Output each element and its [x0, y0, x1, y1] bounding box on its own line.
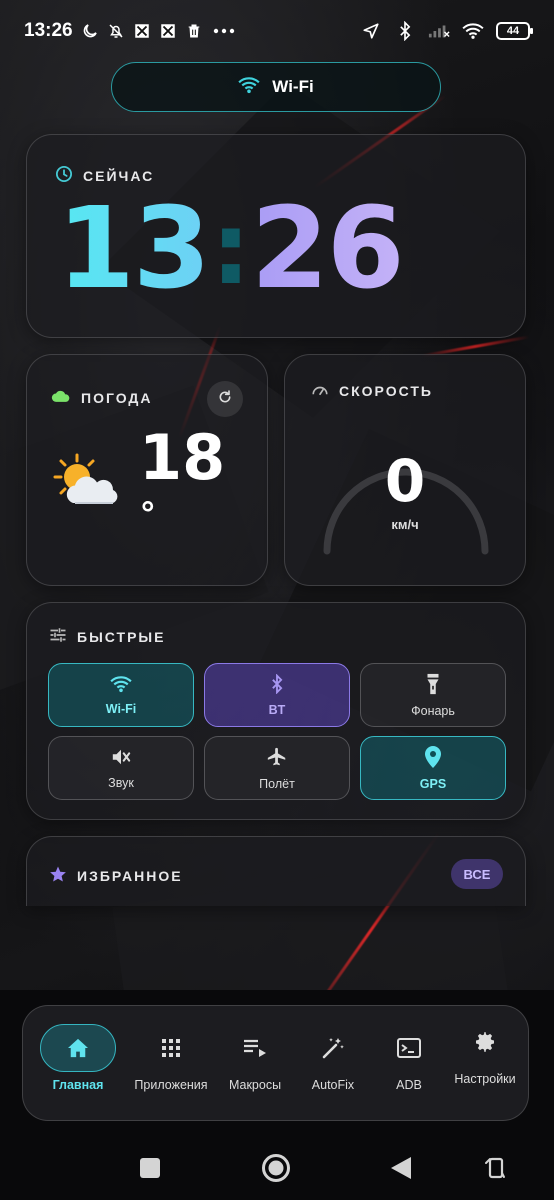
bluetooth-icon — [270, 672, 284, 697]
moon-icon — [79, 20, 101, 42]
toggle-airplane[interactable]: Полёт — [204, 736, 350, 800]
nav-autofix[interactable]: AutoFix — [291, 1024, 375, 1094]
toggle-label: GPS — [419, 776, 447, 791]
refresh-icon — [217, 389, 233, 410]
temperature-value: 18 — [139, 421, 226, 494]
status-time: 13:26 — [24, 20, 73, 41]
app-icon — [157, 20, 179, 42]
home-system-button[interactable] — [261, 1153, 291, 1188]
toggle-label: Wi-Fi — [105, 701, 137, 716]
battery-icon: 44 — [496, 22, 533, 40]
nav-label: Главная — [52, 1078, 104, 1092]
show-all-button[interactable]: ВСЕ — [451, 859, 503, 889]
magic-wand-icon — [321, 1024, 345, 1072]
toggle-bluetooth[interactable]: BT — [204, 663, 350, 727]
nav-label: Настройки — [454, 1072, 516, 1086]
weather-card-title: ПОГОДА — [51, 389, 153, 406]
temperature-degree: ° — [141, 495, 155, 533]
favorites-title-text: ИЗБРАННОЕ — [77, 867, 183, 884]
toggle-wifi[interactable]: Wi-Fi — [48, 663, 194, 727]
nav-label: Приложения — [134, 1078, 208, 1092]
toggle-label: BT — [268, 702, 286, 717]
now-title-text: СЕЙЧАС — [83, 167, 155, 184]
quick-title-text: БЫСТРЫЕ — [77, 628, 166, 645]
refresh-weather-button[interactable] — [207, 381, 243, 417]
nav-apps[interactable]: Приложения — [129, 1024, 213, 1094]
wifi-icon — [238, 76, 260, 99]
speed-unit: км/ч — [391, 517, 419, 532]
toggle-sound[interactable]: Звук — [48, 736, 194, 800]
speed-value: 0 — [384, 447, 426, 515]
airplane-icon — [266, 746, 288, 771]
nav-macros[interactable]: Макросы — [213, 1024, 297, 1094]
nav-home[interactable]: Главная — [36, 1024, 120, 1094]
favorites-card: ИЗБРАННОЕ ВСЕ — [26, 836, 526, 906]
trash-icon — [183, 20, 205, 42]
app-icon — [131, 20, 153, 42]
cloud-icon — [51, 389, 71, 406]
recent-apps-button[interactable] — [139, 1157, 161, 1184]
clock-icon — [55, 165, 73, 186]
speed-card: СКОРОСТЬ 0 км/ч — [284, 354, 526, 586]
status-bar: 13:26 44 — [0, 0, 554, 62]
playlist-icon — [243, 1024, 267, 1072]
location-pin-icon — [425, 745, 441, 771]
wifi-icon — [462, 20, 484, 42]
more-icon — [209, 20, 239, 42]
speed-title-text: СКОРОСТЬ — [339, 382, 433, 399]
sun-behind-cloud-icon — [51, 451, 121, 525]
toggle-label: Звук — [108, 775, 134, 790]
favorites-card-title: ИЗБРАННОЕ — [49, 865, 183, 886]
weather-card[interactable]: ПОГОДА 18 ° — [26, 354, 268, 586]
nav-label: Макросы — [228, 1078, 282, 1092]
nav-label: ADB — [396, 1078, 422, 1092]
toggle-flashlight[interactable]: Фонарь — [360, 663, 506, 727]
clock-minutes: 26 — [250, 184, 405, 314]
gear-icon — [473, 1018, 497, 1066]
nav-label: AutoFix — [311, 1078, 355, 1092]
apps-grid-icon — [161, 1024, 181, 1072]
clock-hours: 13 — [57, 184, 211, 314]
now-card-title: СЕЙЧАС — [55, 165, 154, 186]
square-icon — [139, 1158, 161, 1183]
home-icon — [40, 1024, 116, 1072]
back-triangle-icon — [390, 1157, 412, 1184]
toggle-gps[interactable]: GPS — [360, 736, 506, 800]
terminal-icon — [397, 1024, 421, 1072]
no-signal-icon — [428, 20, 450, 42]
bottom-navigation: Главная Приложения Макросы AutoFix ADB Н… — [22, 1005, 529, 1121]
speedometer-icon — [311, 381, 329, 400]
back-button[interactable] — [390, 1156, 412, 1185]
quick-toggles-grid: Wi-Fi BT Фонарь Звук Полёт GPS — [48, 663, 506, 800]
speed-card-title: СКОРОСТЬ — [311, 381, 433, 400]
nav-adb[interactable]: ADB — [367, 1024, 451, 1094]
nav-settings[interactable]: Настройки — [443, 1018, 527, 1088]
circle-icon — [261, 1154, 291, 1187]
connection-status-pill[interactable]: Wi-Fi — [111, 62, 441, 112]
toggle-label: Фонарь — [411, 703, 455, 718]
toggle-label: Полёт — [259, 776, 295, 791]
star-icon — [49, 865, 67, 886]
rotate-screen-button[interactable] — [484, 1155, 508, 1186]
connection-label: Wi-Fi — [272, 77, 314, 96]
clock-separator: : — [210, 190, 251, 307]
bluetooth-icon — [394, 20, 416, 42]
wifi-icon — [110, 675, 132, 696]
location-icon — [360, 20, 382, 42]
bell-off-icon — [105, 20, 127, 42]
weather-title-text: ПОГОДА — [81, 389, 153, 406]
rotate-icon — [484, 1157, 508, 1185]
big-clock: 13 : 26 — [57, 184, 405, 314]
flashlight-icon — [425, 673, 441, 698]
quick-card-title: БЫСТРЫЕ — [49, 627, 165, 646]
quick-toggles-card: БЫСТРЫЕ Wi-Fi BT Фонарь Звук Полёт GPS — [26, 602, 526, 820]
sliders-icon — [49, 627, 67, 646]
volume-off-icon — [110, 747, 132, 770]
now-card: СЕЙЧАС 13 : 26 — [26, 134, 526, 338]
